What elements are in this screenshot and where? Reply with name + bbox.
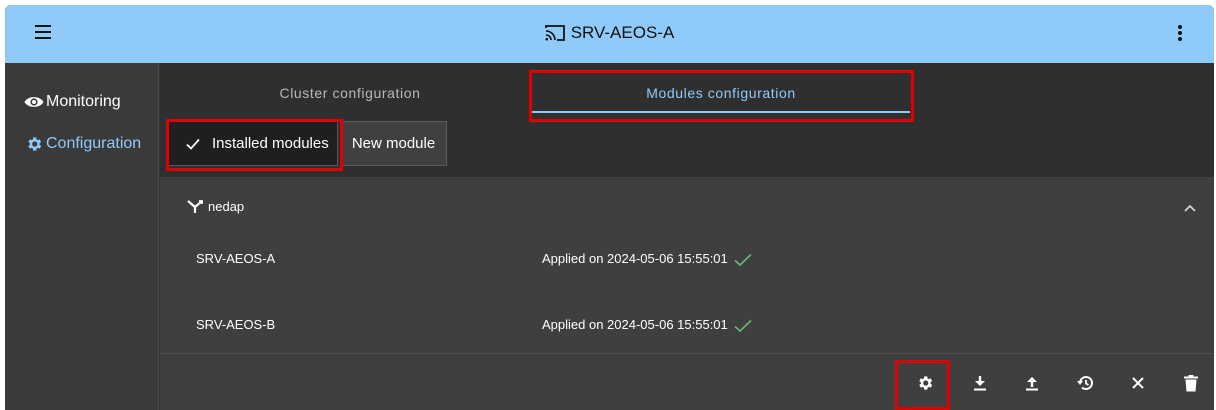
upload-icon[interactable]	[1021, 372, 1043, 394]
sidebar-item-monitoring[interactable]: Monitoring	[24, 92, 121, 112]
device-title: SRV-AEOS-A	[570, 23, 675, 42]
main-content: Cluster configuration Modules configurat…	[160, 63, 1214, 410]
module-toggle-bar: Installed modules New module	[160, 113, 1214, 177]
check-icon	[734, 319, 752, 333]
tab-cluster-configuration[interactable]: Cluster configuration	[270, 85, 430, 101]
list-item: SRV-AEOS-A Applied on 2024-05-06 15:55:0…	[160, 239, 1214, 279]
installed-modules-toggle[interactable]: Installed modules	[168, 121, 338, 166]
sidebar: Monitoring Configuration	[5, 63, 159, 410]
eye-icon	[24, 92, 44, 112]
toggle-label: New module	[351, 135, 436, 152]
app-window: SRV-AEOS-A Monitoring Configuration Clus…	[5, 5, 1214, 410]
status-text: Applied on 2024-05-06 15:55:01	[542, 251, 752, 267]
merge-icon	[187, 199, 203, 213]
sidebar-item-label: Configuration	[46, 135, 142, 152]
app-title: SRV-AEOS-A	[5, 23, 1214, 43]
download-icon[interactable]	[969, 372, 991, 394]
sidebar-item-label: Monitoring	[46, 93, 121, 110]
delete-icon[interactable]	[1180, 372, 1202, 394]
status-text: Applied on 2024-05-06 15:55:01	[542, 317, 752, 333]
cast-icon	[544, 25, 565, 41]
top-app-bar: SRV-AEOS-A	[5, 5, 1214, 63]
status-label: Applied on 2024-05-06 15:55:01	[542, 317, 728, 332]
close-icon[interactable]	[1127, 372, 1149, 394]
sidebar-item-configuration[interactable]: Configuration	[24, 134, 141, 154]
status-label: Applied on 2024-05-06 15:55:01	[542, 251, 728, 266]
history-icon[interactable]	[1074, 372, 1096, 394]
more-vertical-icon[interactable]	[1176, 25, 1184, 43]
tab-modules-configuration[interactable]: Modules configuration	[532, 85, 910, 101]
check-icon	[734, 253, 752, 267]
module-group-title: nedap	[208, 199, 245, 214]
action-bar	[160, 354, 1214, 410]
module-group-header[interactable]: nedap	[187, 199, 244, 214]
server-name: SRV-AEOS-B	[196, 317, 276, 332]
chevron-up-icon[interactable]	[1184, 199, 1196, 217]
module-panel: nedap SRV-AEOS-A Applied on 2024-05-06 1…	[160, 177, 1214, 410]
settings-icon[interactable]	[914, 372, 936, 394]
gear-icon	[24, 134, 44, 154]
tab-bar: Cluster configuration Modules configurat…	[160, 63, 1214, 113]
list-item: SRV-AEOS-B Applied on 2024-05-06 15:55:0…	[160, 305, 1214, 345]
toggle-label: Installed modules	[212, 135, 329, 152]
check-icon	[186, 138, 200, 150]
new-module-toggle[interactable]: New module	[340, 121, 447, 166]
server-name: SRV-AEOS-A	[196, 251, 276, 266]
